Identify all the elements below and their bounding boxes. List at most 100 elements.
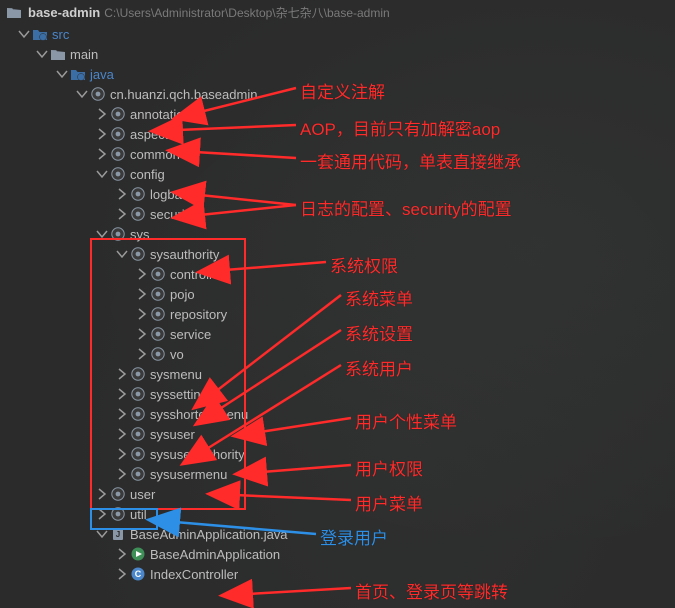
package-icon [150,306,166,322]
package-icon [110,226,126,242]
tree-item-sysuser[interactable]: sysuser [2,424,675,444]
chevron-right-icon[interactable] [116,208,128,220]
project-path: C:\Users\Administrator\Desktop\杂七杂八\base… [104,4,389,21]
tree-label: logback [150,187,195,202]
tree-item-vo[interactable]: vo [2,344,675,364]
class-icon [130,566,146,582]
package-icon [130,206,146,222]
tree-item-logback[interactable]: logback [2,184,675,204]
folder-icon [32,26,48,42]
chevron-right-icon[interactable] [136,268,148,280]
tree-label: annotation [130,107,191,122]
chevron-down-icon[interactable] [116,248,128,260]
package-icon [90,86,106,102]
chevron-right-icon[interactable] [136,288,148,300]
tree-label: security [150,207,195,222]
tree-label: sysmenu [150,367,202,382]
chevron-right-icon[interactable] [116,468,128,480]
project-tree[interactable]: src main java cn.huanzi.qch.baseadmin an… [2,24,675,584]
project-root[interactable]: base-admin [28,5,100,20]
chevron-right-icon[interactable] [96,508,108,520]
package-icon [130,446,146,462]
chevron-right-icon[interactable] [96,128,108,140]
chevron-down-icon[interactable] [96,528,108,540]
tree-label: repository [170,307,227,322]
package-icon [130,386,146,402]
chevron-down-icon[interactable] [96,168,108,180]
tree-item-syssetting[interactable]: syssetting [2,384,675,404]
runnable-class-icon [130,546,146,562]
package-icon [110,106,126,122]
tree-item-annotation[interactable]: annotation [2,104,675,124]
tree-label: util [130,507,147,522]
package-icon [130,466,146,482]
tree-label: vo [170,347,184,362]
chevron-right-icon[interactable] [116,188,128,200]
chevron-right-icon[interactable] [116,548,128,560]
tree-item-config[interactable]: config [2,164,675,184]
tree-item-user[interactable]: user [2,484,675,504]
tree-label: pojo [170,287,195,302]
chevron-right-icon[interactable] [136,308,148,320]
chevron-down-icon[interactable] [18,28,30,40]
tree-item-common[interactable]: common [2,144,675,164]
tree-item-java[interactable]: java [2,64,675,84]
tree-item-app-class[interactable]: BaseAdminApplication [2,544,675,564]
package-icon [130,426,146,442]
chevron-right-icon[interactable] [116,448,128,460]
chevron-right-icon[interactable] [116,388,128,400]
tree-item-root-package[interactable]: cn.huanzi.qch.baseadmin [2,84,675,104]
package-icon [130,406,146,422]
chevron-right-icon[interactable] [96,148,108,160]
tree-label: syssetting [150,387,208,402]
tree-item-main[interactable]: main [2,44,675,64]
tree-label: config [130,167,165,182]
tree-item-sys[interactable]: sys [2,224,675,244]
tree-label: user [130,487,155,502]
folder-icon [50,46,66,62]
tree-item-app-java[interactable]: BaseAdminApplication.java [2,524,675,544]
tree-label: cn.huanzi.qch.baseadmin [110,87,257,102]
chevron-right-icon[interactable] [136,328,148,340]
tree-item-security[interactable]: security [2,204,675,224]
tree-label: BaseAdminApplication.java [130,527,288,542]
tree-item-sysauthority[interactable]: sysauthority [2,244,675,264]
tree-label: service [170,327,211,342]
chevron-right-icon[interactable] [116,368,128,380]
chevron-down-icon[interactable] [56,68,68,80]
tree-label: main [70,47,98,62]
tree-label: IndexController [150,567,238,582]
tree-item-index-controller[interactable]: IndexController [2,564,675,584]
chevron-right-icon[interactable] [136,348,148,360]
tree-label: aspect [130,127,168,142]
package-icon [150,266,166,282]
chevron-down-icon[interactable] [36,48,48,60]
package-icon [110,126,126,142]
tree-label: BaseAdminApplication [150,547,280,562]
tree-item-pojo[interactable]: pojo [2,284,675,304]
tree-label: sysshortcutmenu [150,407,248,422]
tree-item-sysmenu[interactable]: sysmenu [2,364,675,384]
tree-item-aspect[interactable]: aspect [2,124,675,144]
java-file-icon [110,526,126,542]
tree-item-sysusermenu[interactable]: sysusermenu [2,464,675,484]
chevron-down-icon[interactable] [76,88,88,100]
package-icon [110,486,126,502]
chevron-right-icon[interactable] [116,568,128,580]
chevron-right-icon[interactable] [96,108,108,120]
package-icon [110,166,126,182]
tree-item-sysshortcutmenu[interactable]: sysshortcutmenu [2,404,675,424]
chevron-right-icon[interactable] [116,408,128,420]
tree-label: src [52,27,69,42]
package-icon [130,246,146,262]
tree-item-util[interactable]: util [2,504,675,524]
tree-item-src[interactable]: src [2,24,675,44]
package-icon [130,186,146,202]
tree-item-service[interactable]: service [2,324,675,344]
chevron-right-icon[interactable] [116,428,128,440]
chevron-right-icon[interactable] [96,488,108,500]
tree-item-sysuserauthority[interactable]: sysuserauthority [2,444,675,464]
chevron-down-icon[interactable] [96,228,108,240]
tree-item-controller[interactable]: controller [2,264,675,284]
tree-item-repository[interactable]: repository [2,304,675,324]
